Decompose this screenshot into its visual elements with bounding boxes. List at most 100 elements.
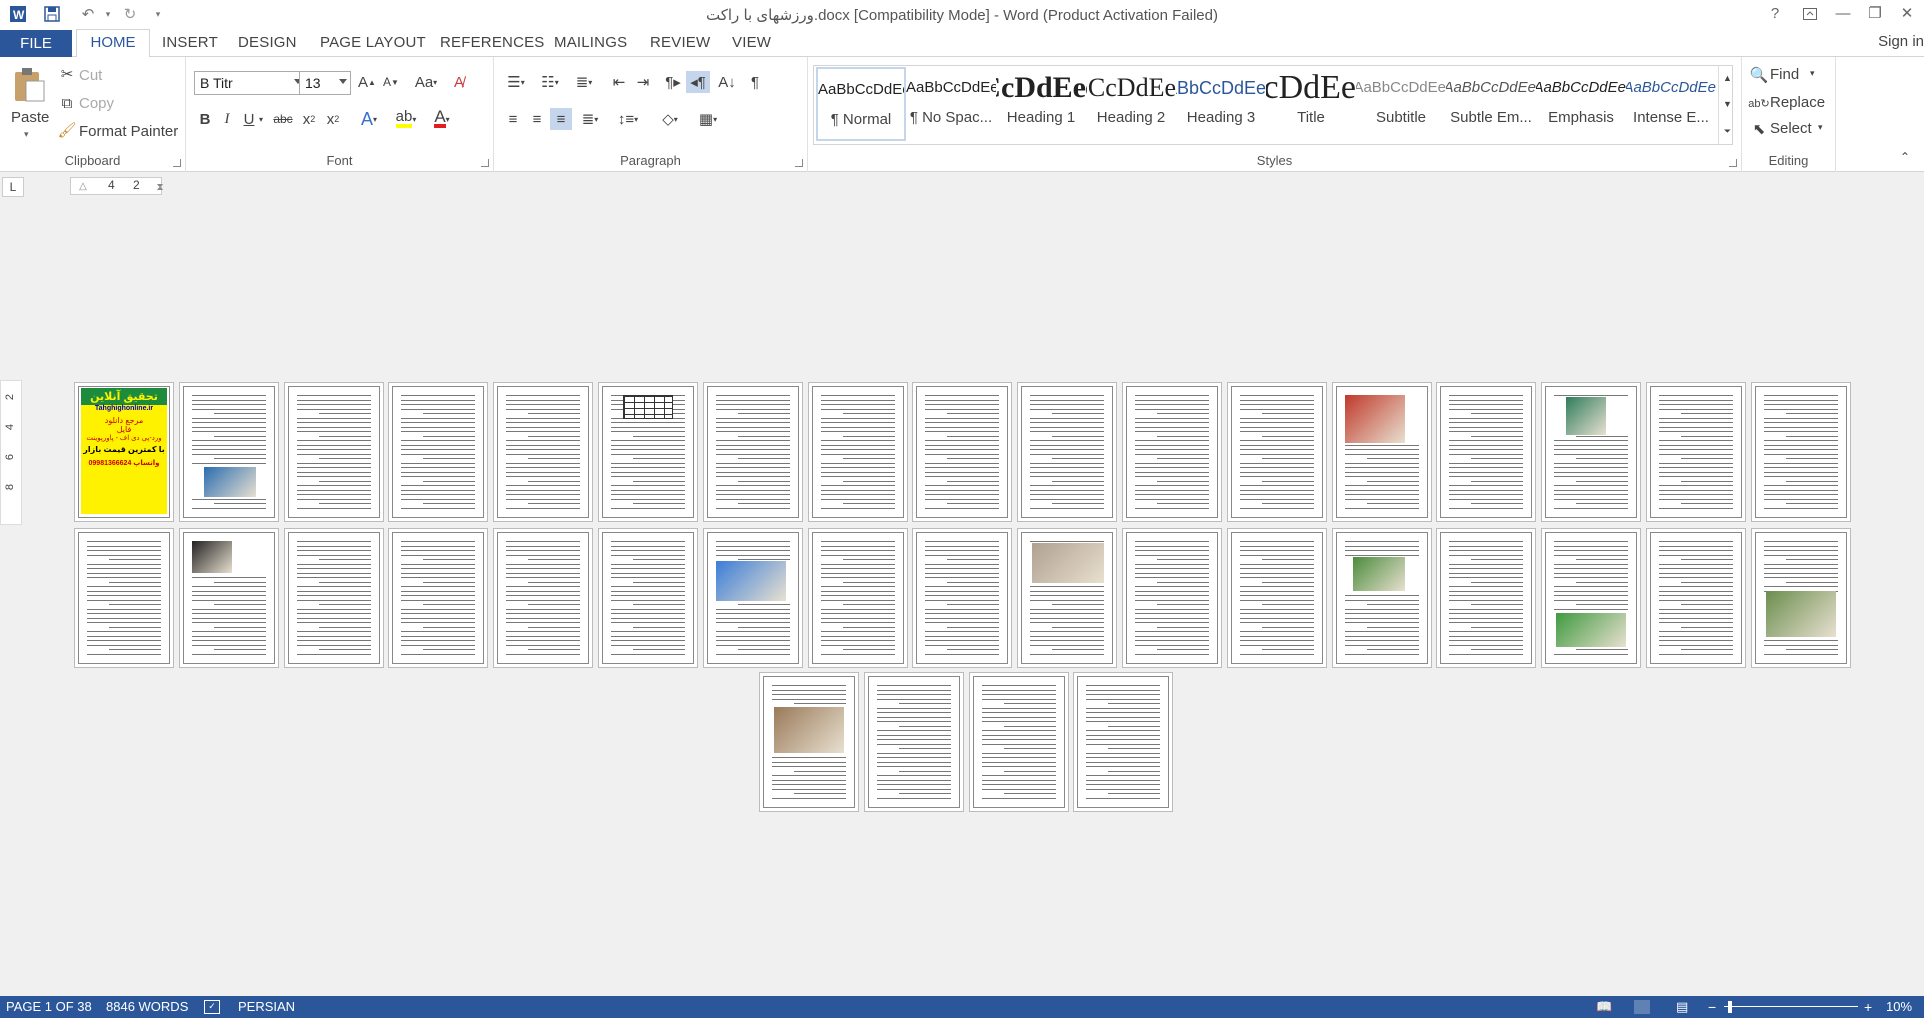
select-button[interactable]: Select	[1770, 120, 1812, 137]
page-thumbnail[interactable]	[1077, 676, 1169, 808]
tab-insert[interactable]: INSERT	[162, 34, 218, 51]
style-heading-1[interactable]: AaBbCcDdEe Heading 1	[996, 67, 1086, 141]
strikethrough-icon[interactable]: abc	[270, 108, 296, 130]
bold-icon[interactable]: B	[196, 108, 214, 130]
page-thumbnail[interactable]	[1755, 386, 1847, 518]
language-indicator[interactable]: PERSIAN	[238, 999, 295, 1014]
select-dropdown-icon[interactable]: ▾	[1818, 122, 1823, 133]
style-normal[interactable]: AaBbCcDdEe ¶ Normal	[816, 67, 906, 141]
close-button[interactable]: ✕	[1892, 2, 1922, 26]
page-thumbnail[interactable]	[602, 532, 694, 664]
page-thumbnail[interactable]	[1336, 532, 1428, 664]
find-icon[interactable]: 🔍	[1750, 65, 1769, 85]
zoom-out-icon[interactable]: −	[1708, 999, 1716, 1015]
shading-icon[interactable]: ◇ ▾	[654, 108, 686, 130]
bullets-icon[interactable]: ☰ ▾	[500, 71, 532, 93]
sign-in-link[interactable]: Sign in	[1878, 33, 1924, 50]
ribbon-display-options-icon[interactable]	[1795, 2, 1825, 26]
tab-page-layout[interactable]: PAGE LAYOUT	[320, 34, 426, 51]
highlight-color-icon[interactable]: ab ▾	[390, 108, 422, 130]
decrease-indent-icon[interactable]: ⇤	[608, 71, 630, 93]
print-layout-icon[interactable]	[1634, 1000, 1650, 1014]
format-painter-icon[interactable]: 🖌	[57, 121, 76, 139]
page-thumbnail[interactable]	[973, 676, 1065, 808]
page-thumbnail[interactable]	[1231, 386, 1323, 518]
page-thumbnail[interactable]	[183, 386, 275, 518]
justify-icon[interactable]: ≣ ▾	[574, 108, 606, 130]
styles-launcher-icon[interactable]	[1729, 159, 1737, 167]
page-thumbnail[interactable]	[1440, 386, 1532, 518]
find-button[interactable]: Find	[1770, 66, 1799, 83]
zoom-in-icon[interactable]: +	[1864, 999, 1872, 1015]
line-spacing-icon[interactable]: ↕≡ ▾	[612, 108, 644, 130]
superscript-icon[interactable]: x2	[322, 108, 344, 130]
collapse-ribbon-icon[interactable]: ⌃	[1896, 149, 1914, 165]
paragraph-launcher-icon[interactable]	[795, 159, 803, 167]
word-count[interactable]: 8846 WORDS	[106, 999, 188, 1014]
restore-button[interactable]: ❐	[1860, 2, 1890, 26]
cut-button[interactable]: Cut	[79, 67, 102, 84]
copy-button[interactable]: Copy	[79, 95, 114, 112]
font-name-combo[interactable]: B Titr	[194, 71, 306, 95]
read-mode-icon[interactable]: 📖	[1596, 999, 1612, 1015]
tab-file[interactable]: FILE	[0, 30, 72, 57]
page-thumbnail[interactable]	[868, 676, 960, 808]
style-subtitle[interactable]: AaBbCcDdEe Subtitle	[1356, 67, 1446, 141]
page-thumbnail[interactable]	[707, 532, 799, 664]
italic-icon[interactable]: I	[218, 108, 236, 130]
page-thumbnail[interactable]	[1231, 532, 1323, 664]
page-thumbnail[interactable]	[1755, 532, 1847, 664]
page-thumbnail[interactable]	[763, 676, 855, 808]
multilevel-list-icon[interactable]: ≣ ▾	[568, 71, 600, 93]
clipboard-launcher-icon[interactable]	[173, 159, 181, 167]
select-icon[interactable]: ⬉	[1750, 119, 1768, 139]
styles-scroll-up-icon[interactable]: ▲	[1718, 65, 1736, 91]
font-size-combo[interactable]: 13	[299, 71, 351, 95]
font-launcher-icon[interactable]	[481, 159, 489, 167]
proofing-icon[interactable]: ✓	[204, 1000, 220, 1014]
page-thumbnail[interactable]	[1021, 386, 1113, 518]
tab-mailings[interactable]: MAILINGS	[554, 34, 627, 51]
ltr-icon[interactable]: ¶▸	[662, 71, 684, 93]
zoom-level[interactable]: 10%	[1886, 999, 1912, 1014]
align-center-icon[interactable]: ≡	[526, 108, 548, 130]
help-button[interactable]: ?	[1760, 2, 1790, 26]
tab-references[interactable]: REFERENCES	[440, 34, 545, 51]
style-no-spacing[interactable]: AaBbCcDdEe ¶ No Spac...	[906, 67, 996, 141]
page-thumbnail[interactable]	[812, 386, 904, 518]
page-thumbnail[interactable]	[1126, 386, 1218, 518]
page-thumbnail[interactable]	[812, 532, 904, 664]
page-thumbnail[interactable]	[183, 532, 275, 664]
cover-page[interactable]: تحقیق آنلاین Tahghighonline.ir مرجع دانل…	[81, 388, 167, 514]
page-thumbnail[interactable]	[1545, 386, 1637, 518]
web-layout-icon[interactable]: ▤	[1676, 999, 1688, 1015]
page-thumbnail[interactable]	[288, 532, 380, 664]
zoom-slider-thumb[interactable]	[1728, 1001, 1732, 1013]
underline-dropdown-icon[interactable]: ▾	[256, 108, 266, 130]
paste-icon[interactable]	[8, 65, 50, 105]
page-thumbnail[interactable]	[1440, 532, 1532, 664]
indent-marker-icon[interactable]: △	[76, 179, 90, 193]
shrink-font-icon[interactable]: A ▼	[380, 71, 402, 93]
styles-scroll-down-icon[interactable]: ▼	[1718, 91, 1736, 117]
styles-more-icon[interactable]: ⏷	[1718, 117, 1736, 145]
right-indent-marker-icon[interactable]: ⧗	[153, 175, 167, 199]
font-color-icon[interactable]: A ▾	[426, 108, 458, 130]
page-thumbnail[interactable]	[497, 532, 589, 664]
page-thumbnail[interactable]	[392, 386, 484, 518]
style-heading-2[interactable]: AaBbCcDdEe Heading 2	[1086, 67, 1176, 141]
page-thumbnail[interactable]	[392, 532, 484, 664]
numbering-icon[interactable]: ☷ ▾	[534, 71, 566, 93]
text-effects-icon[interactable]: A ▾	[354, 108, 384, 130]
tab-view[interactable]: VIEW	[732, 34, 771, 51]
tab-home[interactable]: HOME	[76, 29, 150, 58]
replace-button[interactable]: Replace	[1770, 94, 1825, 111]
page-thumbnail[interactable]	[916, 386, 1008, 518]
rtl-icon[interactable]: ◂¶	[686, 71, 710, 93]
paste-button[interactable]: Paste	[11, 109, 49, 126]
save-icon[interactable]	[40, 3, 64, 25]
page-thumbnail[interactable]	[1545, 532, 1637, 664]
replace-icon[interactable]: ab↻	[1748, 93, 1769, 113]
undo-dropdown-icon[interactable]: ▾	[96, 3, 120, 25]
show-marks-icon[interactable]: ¶	[744, 71, 766, 93]
